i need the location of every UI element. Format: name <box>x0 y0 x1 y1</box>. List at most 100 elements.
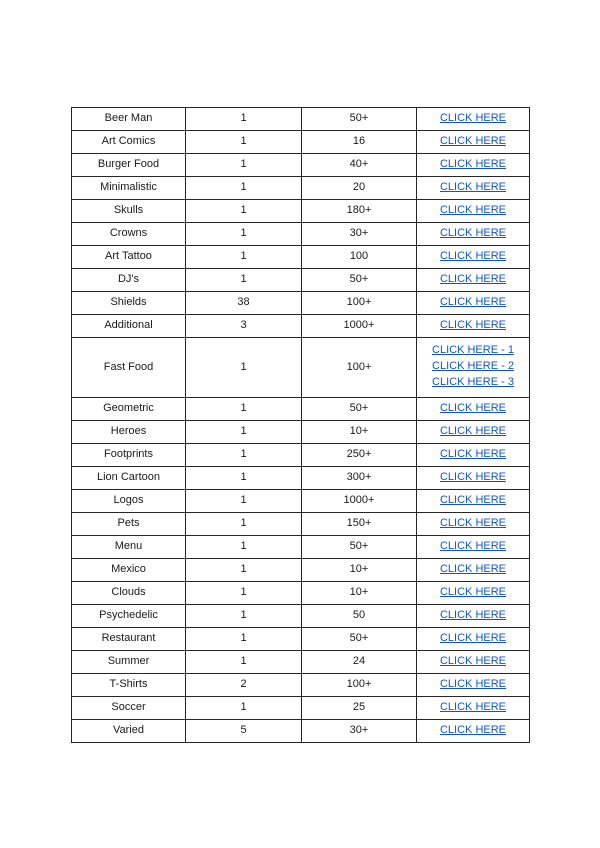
quantity-text: 100+ <box>346 296 372 309</box>
click-here-link[interactable]: CLICK HERE <box>440 250 506 264</box>
quantity-text: 25 <box>352 700 366 713</box>
table-container: Beer Man 1 50+ CLICK HERE Art Comics 1 16 CLICK… <box>71 107 530 743</box>
category-name-cell: DJ's <box>71 268 186 292</box>
count-cell: 1 <box>185 130 302 154</box>
links-cell: CLICK HERE <box>416 672 530 697</box>
count-text: 1 <box>240 181 247 194</box>
quantity-text: 100+ <box>346 677 372 690</box>
category-name-cell: Varied <box>71 718 186 743</box>
category-name-text: Crowns <box>109 227 148 240</box>
quantity-cell: 16 <box>301 130 417 154</box>
click-here-link[interactable]: CLICK HERE - 1 <box>432 343 514 359</box>
quantity-text: 1000+ <box>343 319 375 332</box>
quantity-text: 300+ <box>346 470 372 483</box>
quantity-text: 180+ <box>346 204 372 217</box>
click-here-link[interactable]: CLICK HERE <box>440 563 506 577</box>
quantity-text: 50+ <box>349 273 369 286</box>
click-here-link[interactable]: CLICK HERE <box>440 678 506 692</box>
quantity-cell: 100 <box>301 245 417 269</box>
click-here-link[interactable]: CLICK HERE <box>440 494 506 508</box>
click-here-link[interactable]: CLICK HERE <box>440 425 506 439</box>
quantity-text: 30+ <box>349 723 369 736</box>
quantity-cell: 50+ <box>301 534 417 559</box>
category-name-text: Shields <box>110 296 147 309</box>
quantity-cell: 1000+ <box>301 488 417 513</box>
table-row: T-Shirts 2 100+ CLICK HERE <box>71 672 530 697</box>
category-name-cell: Geometric <box>71 396 186 421</box>
links-cell: CLICK HERE <box>416 580 530 605</box>
count-cell: 1 <box>185 442 302 467</box>
count-text: 1 <box>240 227 247 240</box>
category-name-text: Heroes <box>110 424 147 437</box>
links-wrapper: CLICK HERE <box>417 177 529 199</box>
click-here-link[interactable]: CLICK HERE <box>440 448 506 462</box>
count-cell: 1 <box>185 222 302 246</box>
click-here-link[interactable]: CLICK HERE - 3 <box>432 375 514 391</box>
click-here-link[interactable]: CLICK HERE <box>440 273 506 287</box>
category-name-cell: Skulls <box>71 199 186 223</box>
click-here-link[interactable]: CLICK HERE <box>440 540 506 554</box>
links-wrapper: CLICK HERE <box>417 536 529 558</box>
click-here-link[interactable]: CLICK HERE <box>440 701 506 715</box>
count-text: 38 <box>237 296 250 309</box>
table-row: Art Comics 1 16 CLICK HERE <box>71 130 530 154</box>
table-row: Restaurant 1 50+ CLICK HERE <box>71 626 530 651</box>
click-here-link[interactable]: CLICK HERE <box>440 319 506 333</box>
category-name-text: Lion Cartoon <box>97 470 160 483</box>
links-cell: CLICK HERE <box>416 511 530 536</box>
count-text: 1 <box>240 562 247 575</box>
click-here-link[interactable]: CLICK HERE <box>440 112 506 126</box>
quantity-cell: 100+ <box>301 672 417 697</box>
category-name-cell: Minimalistic <box>71 176 186 200</box>
category-name-text: DJ's <box>117 273 140 286</box>
click-here-link[interactable]: CLICK HERE <box>440 655 506 669</box>
click-here-link[interactable]: CLICK HERE <box>440 296 506 310</box>
count-text: 1 <box>240 585 247 598</box>
quantity-text: 1000+ <box>343 493 375 506</box>
category-name-cell: Crowns <box>71 222 186 246</box>
category-name-text: Burger Food <box>97 158 160 171</box>
click-here-link[interactable]: CLICK HERE <box>440 402 506 416</box>
click-here-link[interactable]: CLICK HERE <box>440 135 506 149</box>
table-row: Beer Man 1 50+ CLICK HERE <box>71 107 530 131</box>
category-name-cell: Fast Food <box>71 337 186 398</box>
click-here-link[interactable]: CLICK HERE <box>440 632 506 646</box>
category-name-text: Art Tattoo <box>105 250 152 263</box>
links-wrapper: CLICK HERE <box>417 444 529 466</box>
click-here-link[interactable]: CLICK HERE <box>440 471 506 485</box>
quantity-cell: 24 <box>301 649 417 674</box>
click-here-link[interactable]: CLICK HERE <box>440 181 506 195</box>
category-name-cell: Clouds <box>71 580 186 605</box>
quantity-cell: 180+ <box>301 199 417 223</box>
count-cell: 1 <box>185 199 302 223</box>
category-name-text: Logos <box>113 493 144 506</box>
click-here-link[interactable]: CLICK HERE <box>440 204 506 218</box>
click-here-link[interactable]: CLICK HERE <box>440 158 506 172</box>
quantity-cell: 20 <box>301 176 417 200</box>
click-here-link[interactable]: CLICK HERE <box>440 227 506 241</box>
table-row: Footprints 1 250+ CLICK HERE <box>71 442 530 467</box>
click-here-link[interactable]: CLICK HERE <box>440 586 506 600</box>
category-name-cell: Psychedelic <box>71 603 186 628</box>
category-name-cell: Footprints <box>71 442 186 467</box>
links-cell: CLICK HERE <box>416 626 530 651</box>
links-wrapper: CLICK HERE <box>417 269 529 291</box>
category-name-cell: Menu <box>71 534 186 559</box>
click-here-link[interactable]: CLICK HERE <box>440 609 506 623</box>
quantity-text: 50+ <box>349 539 369 552</box>
click-here-link[interactable]: CLICK HERE <box>440 517 506 531</box>
table-row: Art Tattoo 1 100 CLICK HERE <box>71 245 530 269</box>
count-text: 1 <box>240 158 247 171</box>
click-here-link[interactable]: CLICK HERE <box>440 724 506 738</box>
click-here-link[interactable]: CLICK HERE - 2 <box>432 359 514 375</box>
links-cell: CLICK HERE <box>416 649 530 674</box>
count-text: 1 <box>240 273 247 286</box>
count-cell: 1 <box>185 603 302 628</box>
table-row: Heroes 1 10+ CLICK HERE <box>71 419 530 444</box>
category-name-cell: Logos <box>71 488 186 513</box>
links-cell: CLICK HERE <box>416 176 530 200</box>
count-text: 1 <box>240 516 247 529</box>
quantity-cell: 150+ <box>301 511 417 536</box>
count-text: 1 <box>240 700 247 713</box>
quantity-text: 24 <box>352 654 366 667</box>
